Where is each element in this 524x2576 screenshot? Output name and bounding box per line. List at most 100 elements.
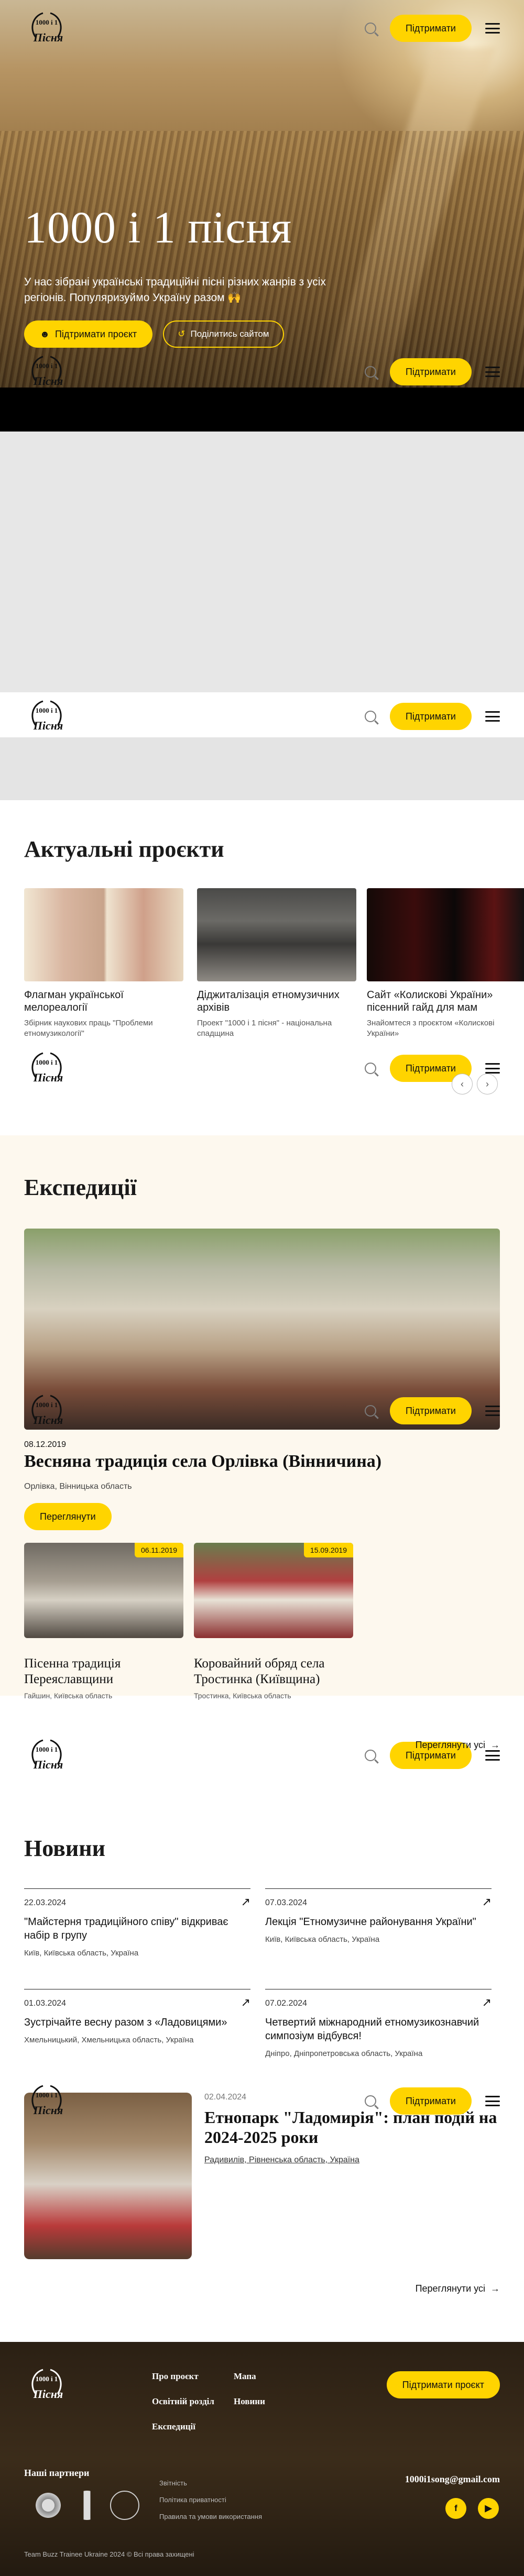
logo-bottom-text: Пісня — [33, 2387, 63, 2401]
footer-email[interactable]: 1000i1song@gmail.com — [405, 2474, 500, 2485]
site-logo[interactable]: 1000 і 1 Пісня — [24, 1733, 69, 1778]
news-item[interactable]: 07.03.2024 ↗ Лекція "Етномузичне районув… — [265, 1888, 492, 1944]
menu-icon[interactable] — [485, 1406, 500, 1416]
logo-top-text: 1000 і 1 — [36, 706, 58, 714]
project-image — [197, 888, 356, 981]
menu-icon[interactable] — [485, 367, 500, 377]
site-logo[interactable]: 1000 і 1 Пісня — [24, 349, 69, 394]
logo-top-text: 1000 і 1 — [36, 1745, 58, 1753]
view-expedition-button[interactable]: Переглянути — [24, 1503, 112, 1530]
menu-icon[interactable] — [485, 1750, 500, 1761]
logo-top-text: 1000 і 1 — [36, 1401, 58, 1409]
logo-bottom-text: Пісня — [33, 719, 63, 732]
video-placeholder — [0, 432, 524, 692]
news-item-location: Хмельницький, Хмельницька область, Украї… — [24, 2036, 194, 2044]
footer-actions: Підтримати проєкт — [386, 2371, 500, 2398]
menu-icon[interactable] — [485, 23, 500, 34]
youtube-icon[interactable]: ▶ — [478, 2498, 499, 2519]
expedition-date: 08.12.2019 — [24, 1440, 67, 1449]
carousel-prev-button[interactable]: ‹ — [452, 1074, 473, 1094]
search-icon[interactable] — [364, 23, 376, 34]
expedition-card-image: 15.09.2019 — [194, 1543, 353, 1638]
footer-nav-about[interactable]: Про проєкт — [152, 2371, 199, 2382]
carousel-next-button[interactable]: › — [477, 1074, 498, 1094]
header-support-button[interactable]: Підтримати — [389, 358, 472, 385]
menu-icon[interactable] — [485, 1063, 500, 1074]
news-item[interactable]: 22.03.2024 ↗ "Майстерня традиційного спі… — [24, 1888, 250, 1958]
site-header-sticky: 1000 і 1 Пісня Підтримати — [0, 1727, 524, 1784]
search-icon[interactable] — [364, 1063, 376, 1074]
logo-bottom-text: Пісня — [33, 1071, 63, 1084]
footer-logo[interactable]: 1000 і 1 Пісня — [24, 2362, 69, 2407]
partners-title: Наші партнери — [24, 2468, 90, 2478]
logo-top-text: 1000 і 1 — [36, 18, 58, 26]
expedition-card-location: Гайшин, Київська область — [24, 1691, 113, 1700]
hero-title: 1000 і 1 пісня — [24, 202, 292, 252]
search-icon[interactable] — [364, 1750, 376, 1761]
header-actions: Підтримати — [364, 15, 500, 42]
project-card[interactable]: Сайт «Колискові України» пісенний гайд д… — [367, 888, 524, 1039]
expedition-card-date: 15.09.2019 — [303, 1543, 353, 1557]
expedition-title[interactable]: Весняна традиція села Орлівка (Вінничина… — [24, 1452, 381, 1472]
project-card[interactable]: Діджиталізація етномузичних архівів Прое… — [197, 888, 356, 1039]
site-logo[interactable]: 1000 і 1 Пісня — [24, 6, 69, 51]
news-item[interactable]: 01.03.2024 ↗ Зустрічайте весну разом з «… — [24, 1989, 250, 2044]
partner-logo[interactable] — [72, 2491, 102, 2520]
see-all-label: Переглянути усі — [415, 1740, 485, 1750]
partner-logo[interactable] — [110, 2491, 139, 2520]
footer-nav-expeditions[interactable]: Експедиції — [152, 2422, 195, 2432]
site-header-sticky: 1000 і 1 Пісня Підтримати — [0, 1383, 524, 1439]
news-date: 22.03.2024 — [24, 1898, 67, 1907]
project-desc: Проект "1000 і 1 пісня" - національна сп… — [197, 1019, 332, 1038]
projects-title: Актуальні проєкти — [24, 836, 224, 862]
logo-top-text: 1000 і 1 — [36, 1058, 58, 1066]
search-icon[interactable] — [364, 366, 376, 378]
header-actions: Підтримати — [364, 703, 500, 730]
news-see-all-link[interactable]: Переглянути усі → — [416, 2283, 500, 2294]
project-card[interactable]: Флагман української мелореалогії Збірник… — [24, 888, 183, 1039]
header-support-button[interactable]: Підтримати — [389, 703, 472, 730]
header-support-button[interactable]: Підтримати — [389, 1397, 472, 1424]
menu-icon[interactable] — [485, 711, 500, 722]
expedition-card-date: 06.11.2019 — [134, 1543, 183, 1557]
copyright: Team Buzz Trainee Ukraine 2024 © Всі пра… — [24, 2550, 194, 2558]
menu-icon[interactable] — [485, 2096, 500, 2106]
logo-top-text: 1000 і 1 — [36, 362, 58, 370]
footer-nav-map[interactable]: Мапа — [234, 2371, 256, 2382]
site-header-sticky: 1000 і 1 Пісня Підтримати — [0, 344, 524, 400]
footer-legal-privacy[interactable]: Політика приватності — [159, 2496, 226, 2504]
header-support-button[interactable]: Підтримати — [389, 15, 472, 42]
facebook-icon[interactable]: f — [445, 2498, 466, 2519]
expedition-card-image: 06.11.2019 — [24, 1543, 183, 1638]
arrow-up-right-icon: ↗ — [241, 1895, 250, 1908]
partner-logo[interactable] — [34, 2491, 63, 2520]
expedition-card[interactable]: 06.11.2019 Пісенна традиція Переяславщин… — [24, 1543, 183, 1700]
search-icon[interactable] — [364, 1405, 376, 1417]
expeditions-see-all-link[interactable]: Переглянути усі → — [416, 1740, 500, 1751]
site-logo[interactable]: 1000 і 1 Пісня — [24, 2079, 69, 2124]
footer-legal-terms[interactable]: Правила та умови використання — [159, 2513, 262, 2520]
search-icon[interactable] — [364, 2095, 376, 2107]
site-header-sticky: 1000 і 1 Пісня Підтримати — [0, 1040, 524, 1097]
footer-legal-reports[interactable]: Звітність — [159, 2479, 187, 2487]
news-date: 07.03.2024 — [265, 1898, 308, 1907]
footer-support-project-button[interactable]: Підтримати проєкт — [386, 2371, 500, 2398]
footer-nav-news[interactable]: Новини — [234, 2396, 265, 2407]
logo-bottom-text: Пісня — [33, 374, 63, 388]
project-title: Флагман української мелореалогії — [24, 989, 124, 1013]
site-logo[interactable]: 1000 і 1 Пісня — [24, 694, 69, 739]
expedition-card[interactable]: 15.09.2019 Коровайний обряд села Тростин… — [194, 1543, 353, 1700]
project-image — [367, 888, 524, 981]
site-logo[interactable]: 1000 і 1 Пісня — [24, 1388, 69, 1433]
news-item[interactable]: 07.02.2024 ↗ Четвертий міжнародний етном… — [265, 1989, 492, 2058]
news-item-title: "Майстерня традиційного співу" відкриває… — [24, 1916, 228, 1941]
footer-nav-education[interactable]: Освітній розділ — [152, 2396, 214, 2407]
news-title: Новини — [24, 1836, 105, 1861]
header-support-button[interactable]: Підтримати — [389, 2087, 472, 2115]
search-icon[interactable] — [364, 711, 376, 722]
project-desc: Збірник наукових праць "Проблеми етномуз… — [24, 1019, 153, 1038]
site-logo[interactable]: 1000 і 1 Пісня — [24, 1046, 69, 1091]
header-band — [0, 737, 524, 800]
arrow-right-icon: → — [490, 1740, 500, 1750]
support-project-label: Підтримати проєкт — [54, 328, 137, 339]
